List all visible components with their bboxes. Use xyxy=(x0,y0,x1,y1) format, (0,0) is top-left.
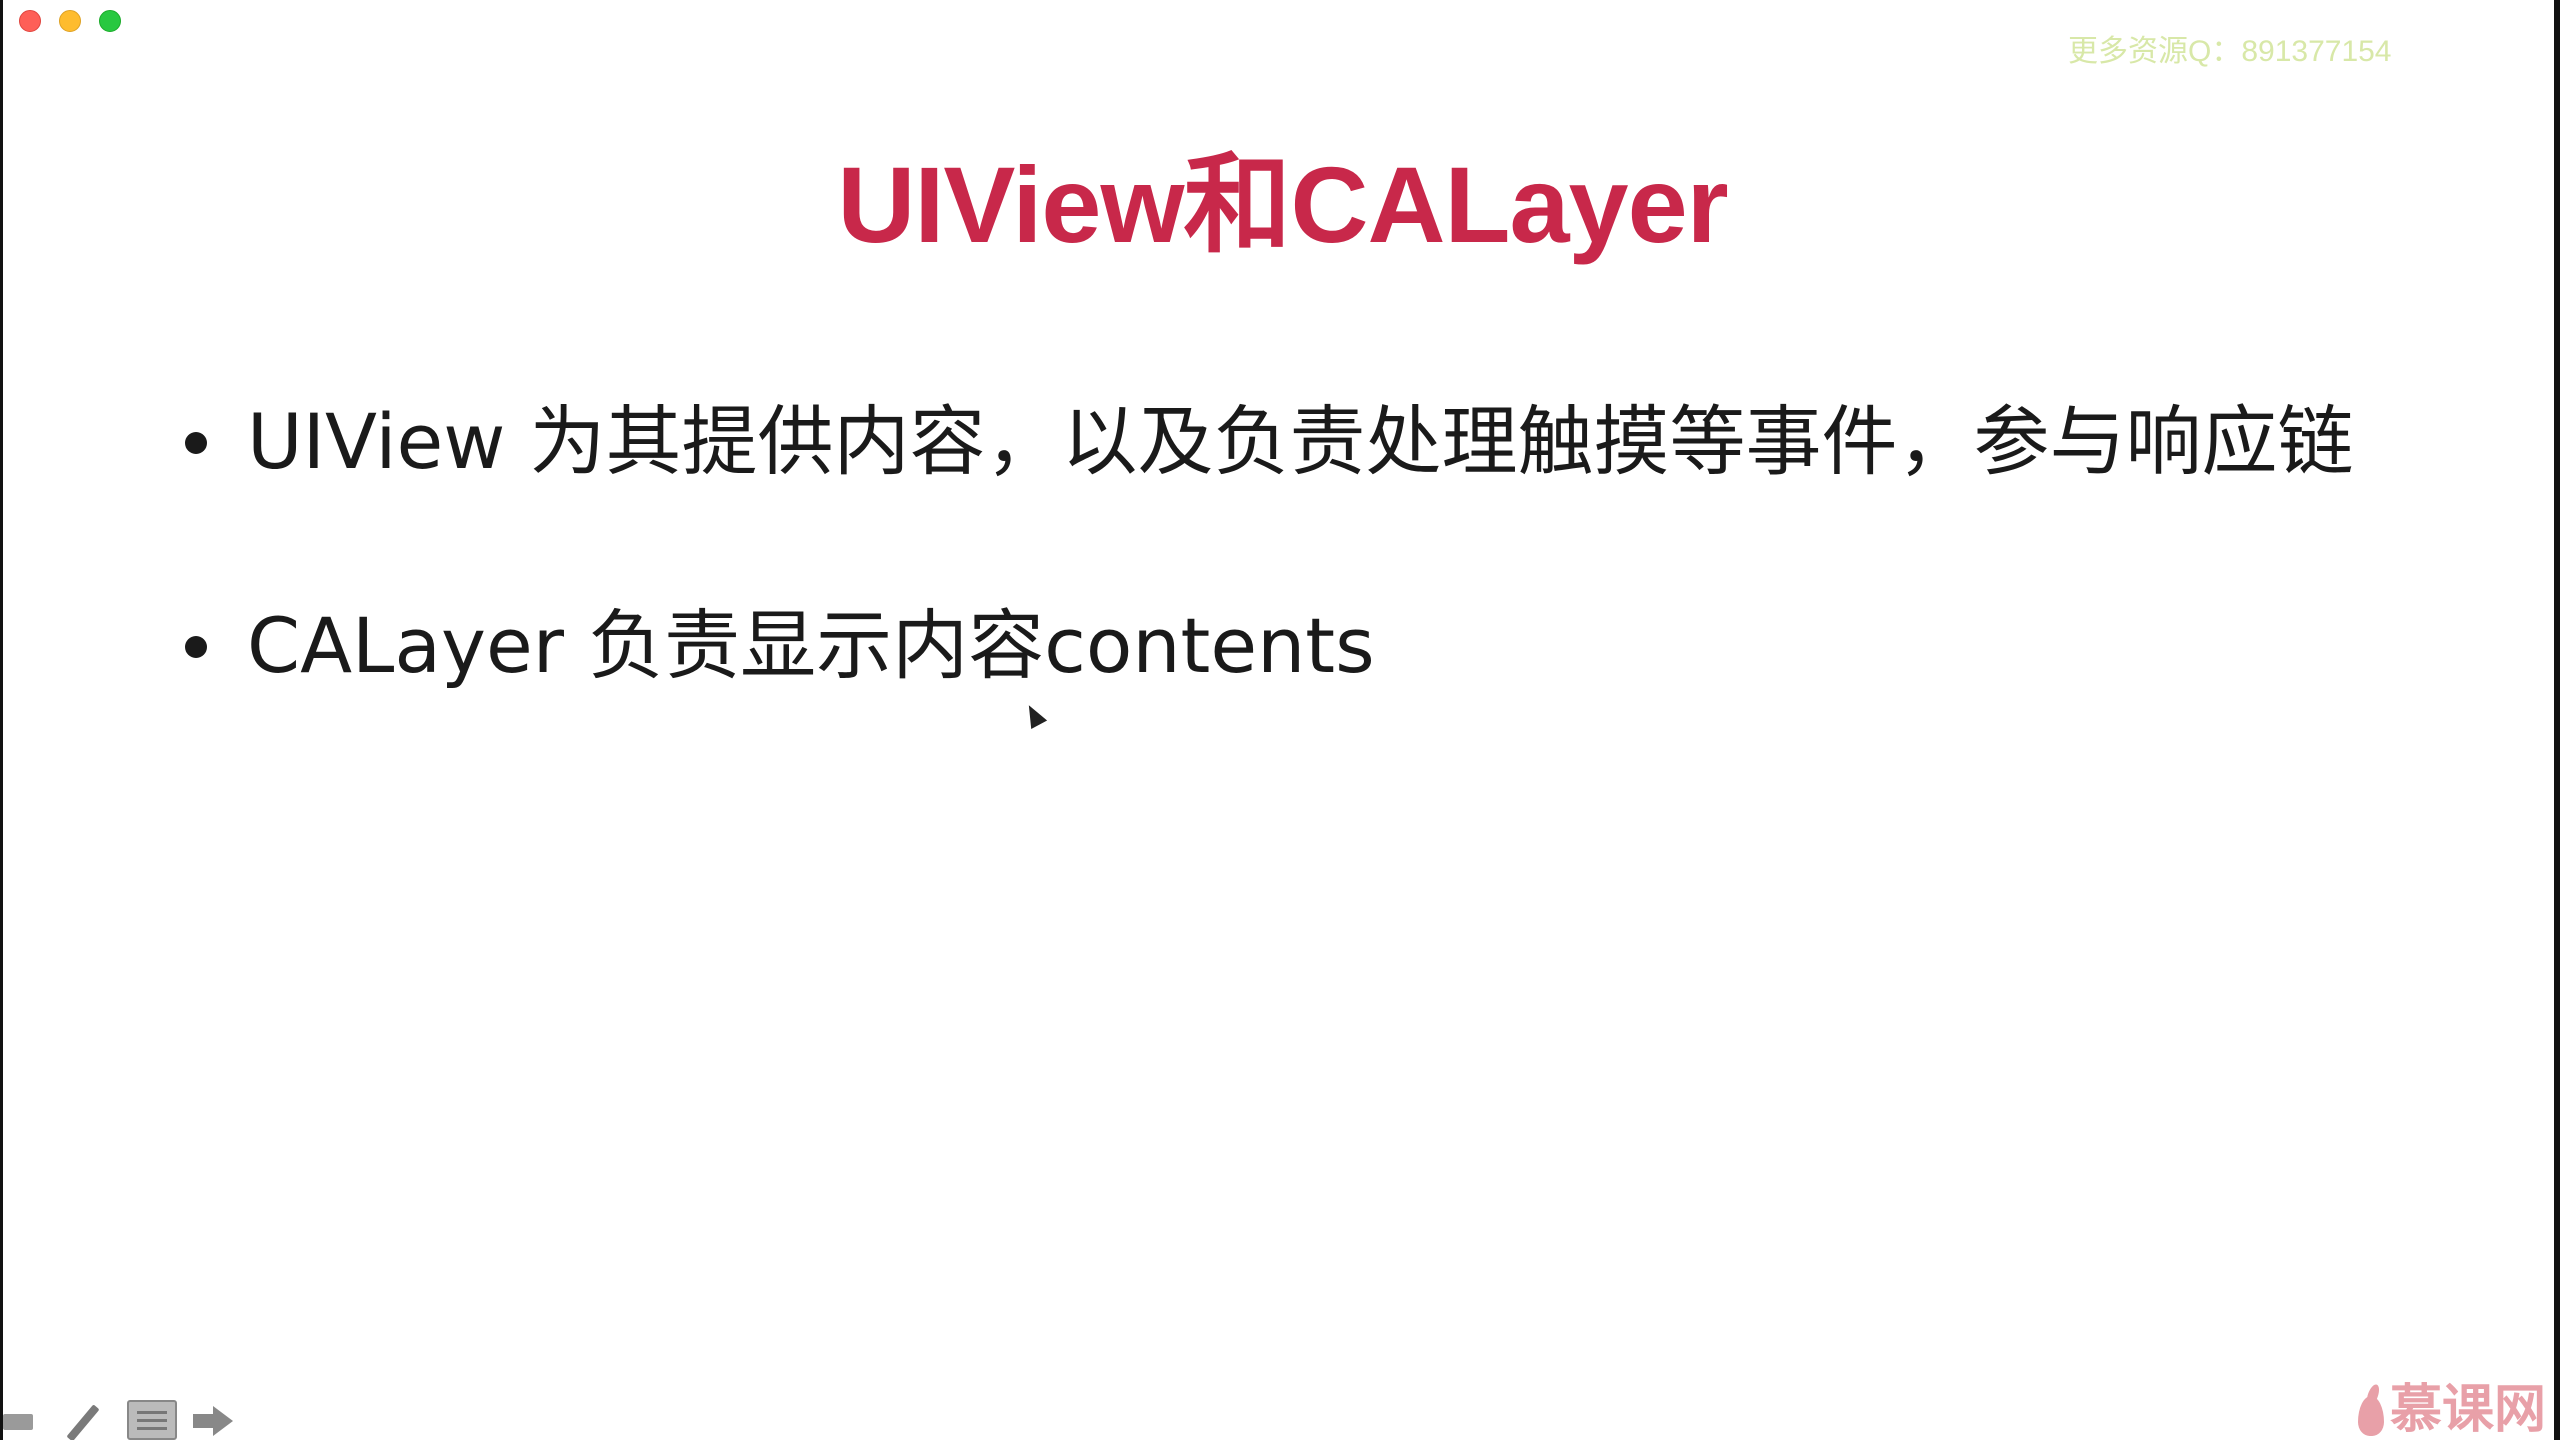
bullet-dot-icon xyxy=(185,432,207,454)
bullet-text: UIView 为其提供内容，以及负责处理触摸等事件，参与响应链 xyxy=(247,397,2354,486)
flame-logo-icon xyxy=(2356,1384,2386,1436)
brand-logo-text: 慕课网 xyxy=(2389,1380,2546,1440)
slideshow-toolbar xyxy=(3,1396,239,1440)
brand-logo: 慕课网 xyxy=(2356,1384,2546,1436)
minimize-window-button[interactable] xyxy=(59,10,81,32)
bullet-item: CALayer 负责显示内容contents xyxy=(185,596,2354,696)
previous-slide-icon[interactable] xyxy=(3,1400,51,1440)
window-controls xyxy=(19,10,121,32)
pen-tool-icon[interactable] xyxy=(65,1400,113,1440)
bullet-list: UIView 为其提供内容，以及负责处理触摸等事件，参与响应链 CALayer … xyxy=(185,392,2354,800)
bullet-dot-icon xyxy=(185,636,207,658)
slide-title: UIView和CALayer xyxy=(837,144,1728,265)
close-window-button[interactable] xyxy=(19,10,41,32)
bullet-item: UIView 为其提供内容，以及负责处理触摸等事件，参与响应链 xyxy=(185,392,2354,492)
presentation-window: 更多资源Q：891377154 UIView和CALayer UIView 为其… xyxy=(3,0,2554,1440)
maximize-window-button[interactable] xyxy=(99,10,121,32)
window-edge-right xyxy=(2554,0,2560,1440)
watermark-text: 更多资源Q：891377154 xyxy=(2068,35,2392,68)
next-slide-icon[interactable] xyxy=(191,1400,239,1440)
slide-menu-icon[interactable] xyxy=(127,1400,177,1440)
bullet-text: CALayer 负责显示内容contents xyxy=(247,601,1375,690)
